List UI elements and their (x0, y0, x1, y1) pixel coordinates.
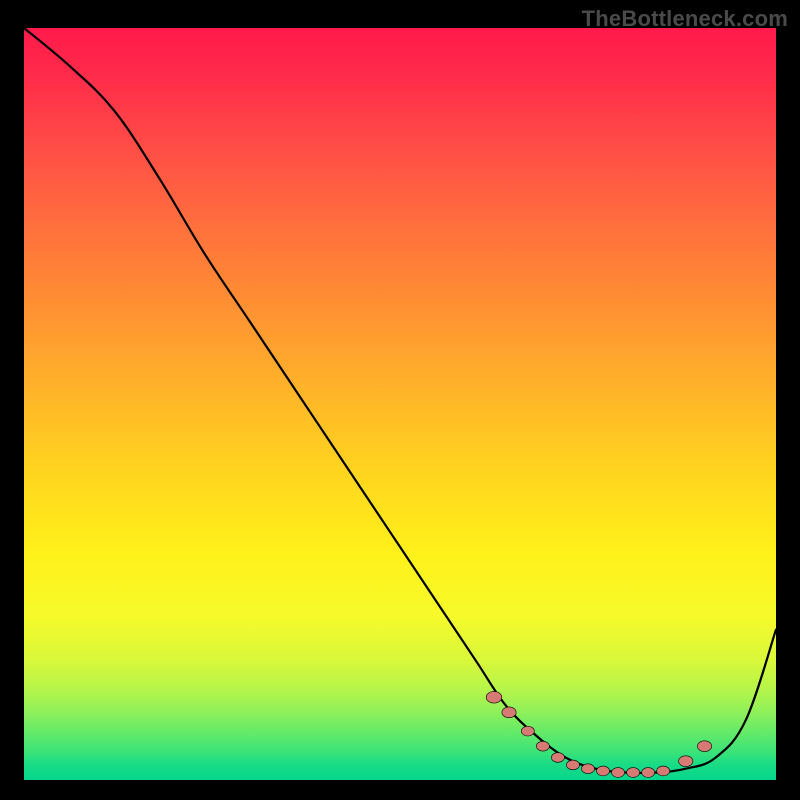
curve-marker (597, 766, 610, 776)
chart-svg (24, 28, 776, 780)
curve-marker (642, 768, 655, 778)
curve-marker (582, 764, 595, 774)
curve-marker (551, 753, 564, 763)
curve-marker (612, 768, 625, 778)
curve-marker (679, 756, 693, 767)
curve-marker (627, 768, 640, 778)
curve-marker (566, 760, 579, 770)
curve-marker (502, 707, 516, 718)
curve-marker (697, 741, 711, 752)
chart-plot-area (24, 28, 776, 780)
curve-marker (657, 766, 670, 776)
curve-marker (536, 741, 549, 751)
bottleneck-curve (24, 28, 776, 773)
marker-group (486, 691, 712, 777)
curve-marker (486, 691, 502, 703)
curve-marker (521, 726, 534, 736)
